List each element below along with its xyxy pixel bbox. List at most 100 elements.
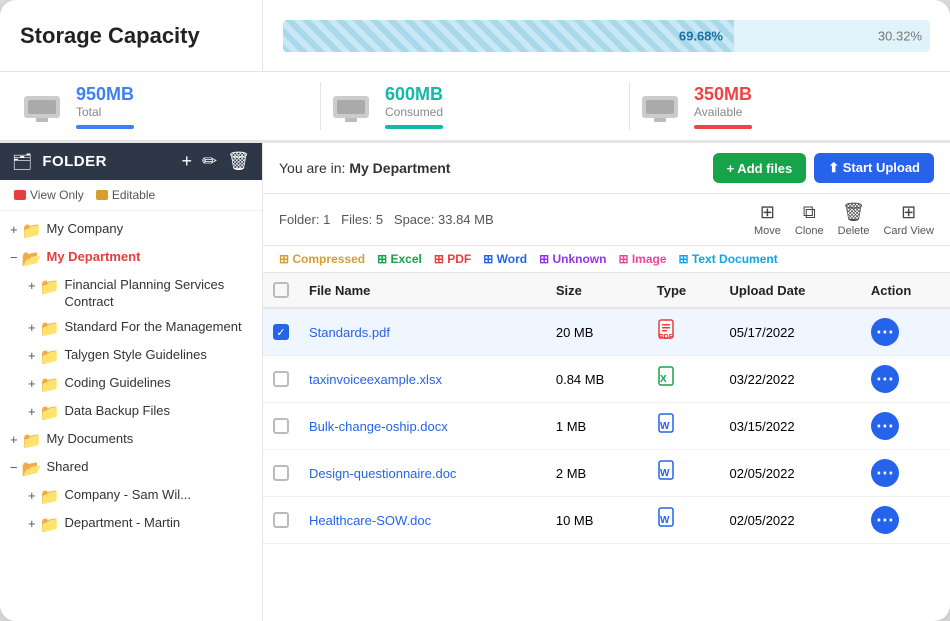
folder-icon-blue: 📁 xyxy=(22,221,42,241)
header-right: 69.68% 30.32% xyxy=(263,0,950,71)
tree-item-standard[interactable]: + 📁 Standard For the Management xyxy=(0,315,262,343)
row-date-cell: 02/05/2022 xyxy=(720,450,861,497)
action-menu-button[interactable]: ⋯ xyxy=(871,365,899,393)
row-filename-cell: Standards.pdf xyxy=(299,308,546,356)
filter-word[interactable]: ⊞ Word xyxy=(483,252,527,266)
row-action-cell: ⋯ xyxy=(861,450,950,497)
file-name-link[interactable]: taxinvoiceexample.xlsx xyxy=(309,372,442,387)
delete-button[interactable]: 🗑 Delete xyxy=(838,202,870,237)
row-date-cell: 03/15/2022 xyxy=(720,403,861,450)
action-menu-button[interactable]: ⋯ xyxy=(871,506,899,534)
tree-item-coding[interactable]: + 📁 Coding Guidelines xyxy=(0,371,262,399)
tree-item-my-department[interactable]: − 📂 My Department xyxy=(0,245,262,273)
row-checkbox[interactable] xyxy=(273,418,289,434)
table-row: Design-questionnaire.doc 2 MB W 02/05/20… xyxy=(263,450,950,497)
type-icon: W xyxy=(657,466,679,486)
filters-row: ⊞ Compressed ⊞ Excel ⊞ PDF ⊞ Word ⊞ Unkn… xyxy=(263,246,950,273)
file-name-link[interactable]: Healthcare-SOW.doc xyxy=(309,513,431,528)
svg-text:PDF: PDF xyxy=(659,334,674,341)
expand-icon: + xyxy=(28,404,36,419)
filter-unknown[interactable]: ⊞ Unknown xyxy=(539,252,606,266)
file-name-link[interactable]: Bulk-change-oship.docx xyxy=(309,419,448,434)
expand-icon: + xyxy=(28,278,36,293)
tree-item-data-backup[interactable]: + 📁 Data Backup Files xyxy=(0,399,262,427)
svg-text:W: W xyxy=(660,468,670,479)
file-name-link[interactable]: Standards.pdf xyxy=(309,325,390,340)
sidebar-tree: + 📁 My Company − 📂 My Department + 📁 Fin… xyxy=(0,211,262,621)
tree-label: Financial Planning Services Contract xyxy=(65,277,254,311)
stats-row: 950MB Total 600MB Consumed xyxy=(0,72,950,143)
clone-button[interactable]: ⧉ Clone xyxy=(795,202,824,237)
action-menu-button[interactable]: ⋯ xyxy=(871,318,899,346)
action-menu-button[interactable]: ⋯ xyxy=(871,412,899,440)
sidebar-legend: View Only Editable xyxy=(0,180,262,211)
move-button[interactable]: ⊞ Move xyxy=(754,202,781,237)
divider-1 xyxy=(320,82,321,130)
location-name: My Department xyxy=(349,160,450,176)
row-size-cell: 1 MB xyxy=(546,403,647,450)
edit-folder-icon[interactable]: ✏ xyxy=(202,151,217,172)
tree-item-my-company[interactable]: + 📁 My Company xyxy=(0,217,262,245)
legend-red-dot xyxy=(14,190,26,200)
tree-label: Company - Sam Wil... xyxy=(65,487,191,504)
row-checkbox[interactable] xyxy=(273,465,289,481)
add-files-button[interactable]: + Add files xyxy=(713,153,807,183)
file-name-link[interactable]: Design-questionnaire.doc xyxy=(309,466,456,481)
type-icon: W xyxy=(657,513,679,533)
move-icon: ⊞ xyxy=(760,202,775,223)
filter-text-doc[interactable]: ⊞ Text Document xyxy=(679,252,778,266)
stat-available: 350MB Available xyxy=(638,84,930,129)
row-checkbox[interactable] xyxy=(273,324,289,340)
filter-image[interactable]: ⊞ Image xyxy=(618,252,666,266)
content-subheader: Folder: 1 Files: 5 Space: 33.84 MB ⊞ Mov… xyxy=(263,194,950,246)
row-checkbox[interactable] xyxy=(273,512,289,528)
row-action-cell: ⋯ xyxy=(861,356,950,403)
storage-pct-used: 69.68% xyxy=(679,28,723,43)
legend-editable: Editable xyxy=(96,188,155,202)
row-action-cell: ⋯ xyxy=(861,497,950,544)
tree-item-financial-planning[interactable]: + 📁 Financial Planning Services Contract xyxy=(0,273,262,315)
folder-icon-red: 📁 xyxy=(40,403,60,423)
stat-total-label: Total xyxy=(76,105,134,119)
tree-label: Talygen Style Guidelines xyxy=(65,347,207,364)
move-label: Move xyxy=(754,225,781,237)
row-type-cell: W xyxy=(647,450,720,497)
action-menu-button[interactable]: ⋯ xyxy=(871,459,899,487)
stat-consumed: 600MB Consumed xyxy=(329,84,621,129)
available-icon xyxy=(638,88,682,124)
card-view-button[interactable]: ⊞ Card View xyxy=(883,202,934,237)
svg-text:W: W xyxy=(660,421,670,432)
row-checkbox[interactable] xyxy=(273,371,289,387)
page-title: Storage Capacity xyxy=(20,23,200,49)
stat-consumed-info: 600MB Consumed xyxy=(385,84,443,129)
col-action: Action xyxy=(861,273,950,308)
row-type-cell: W xyxy=(647,497,720,544)
tree-item-talygen[interactable]: + 📁 Talygen Style Guidelines xyxy=(0,343,262,371)
tree-item-shared[interactable]: − 📂 Shared xyxy=(0,455,262,483)
delete-folder-icon[interactable]: 🗑 xyxy=(227,151,250,172)
row-filename-cell: taxinvoiceexample.xlsx xyxy=(299,356,546,403)
start-upload-button[interactable]: ⬆ Start Upload xyxy=(814,153,934,183)
select-all-checkbox[interactable] xyxy=(273,282,289,298)
space-info: Space: 33.84 MB xyxy=(394,212,494,227)
table-row: taxinvoiceexample.xlsx 0.84 MB X 03/22/2… xyxy=(263,356,950,403)
filter-pdf[interactable]: ⊞ PDF xyxy=(434,252,471,266)
expand-icon: + xyxy=(28,376,36,391)
clone-label: Clone xyxy=(795,225,824,237)
tree-item-my-documents[interactable]: + 📁 My Documents xyxy=(0,427,262,455)
legend-view-only-label: View Only xyxy=(30,188,84,202)
folder-icon-blue: 📂 xyxy=(22,459,42,479)
svg-text:W: W xyxy=(660,515,670,526)
folder-icon-red: 📁 xyxy=(40,319,60,339)
filter-excel[interactable]: ⊞ Excel xyxy=(377,252,422,266)
col-type: Type xyxy=(647,273,720,308)
folder-icon: 🗂 xyxy=(12,152,32,172)
add-folder-icon[interactable]: + xyxy=(182,151,193,172)
row-checkbox-cell xyxy=(263,450,299,497)
content-area: You are in: My Department + Add files ⬆ … xyxy=(263,143,950,621)
tree-item-dept-martin[interactable]: + 📁 Department - Martin xyxy=(0,511,262,539)
filter-compressed[interactable]: ⊞ Compressed xyxy=(279,252,365,266)
table-row: Bulk-change-oship.docx 1 MB W 03/15/2022… xyxy=(263,403,950,450)
tree-item-company-sam[interactable]: + 📁 Company - Sam Wil... xyxy=(0,483,262,511)
folder-icon-yellow: 📁 xyxy=(40,375,60,395)
